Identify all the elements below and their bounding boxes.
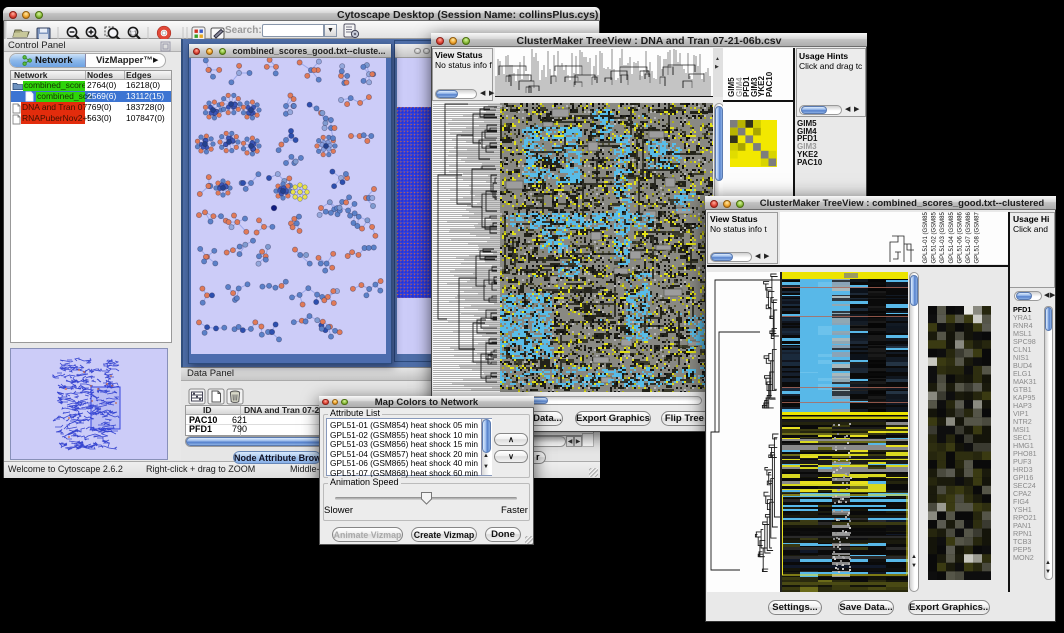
svg-text:1:1: 1:1 [129,30,136,36]
svg-text:GPL51-07 (GSM868): GPL51-07 (GSM868) [966,212,972,264]
svg-text:GPL51-01 (GSM854): GPL51-01 (GSM854) [923,212,929,264]
svg-text:GPL51-06 (GSM865): GPL51-06 (GSM865) [957,212,963,264]
svg-text:GPL51-08 (GSM872): GPL51-08 (GSM872) [975,212,981,264]
svg-text:GPL51-04 (GSM857): GPL51-04 (GSM857) [949,212,955,264]
svg-text:GPL51-02 (GSM855): GPL51-02 (GSM855) [932,212,938,264]
svg-text:GPL51-03 (GSM856): GPL51-03 (GSM856) [940,212,946,264]
